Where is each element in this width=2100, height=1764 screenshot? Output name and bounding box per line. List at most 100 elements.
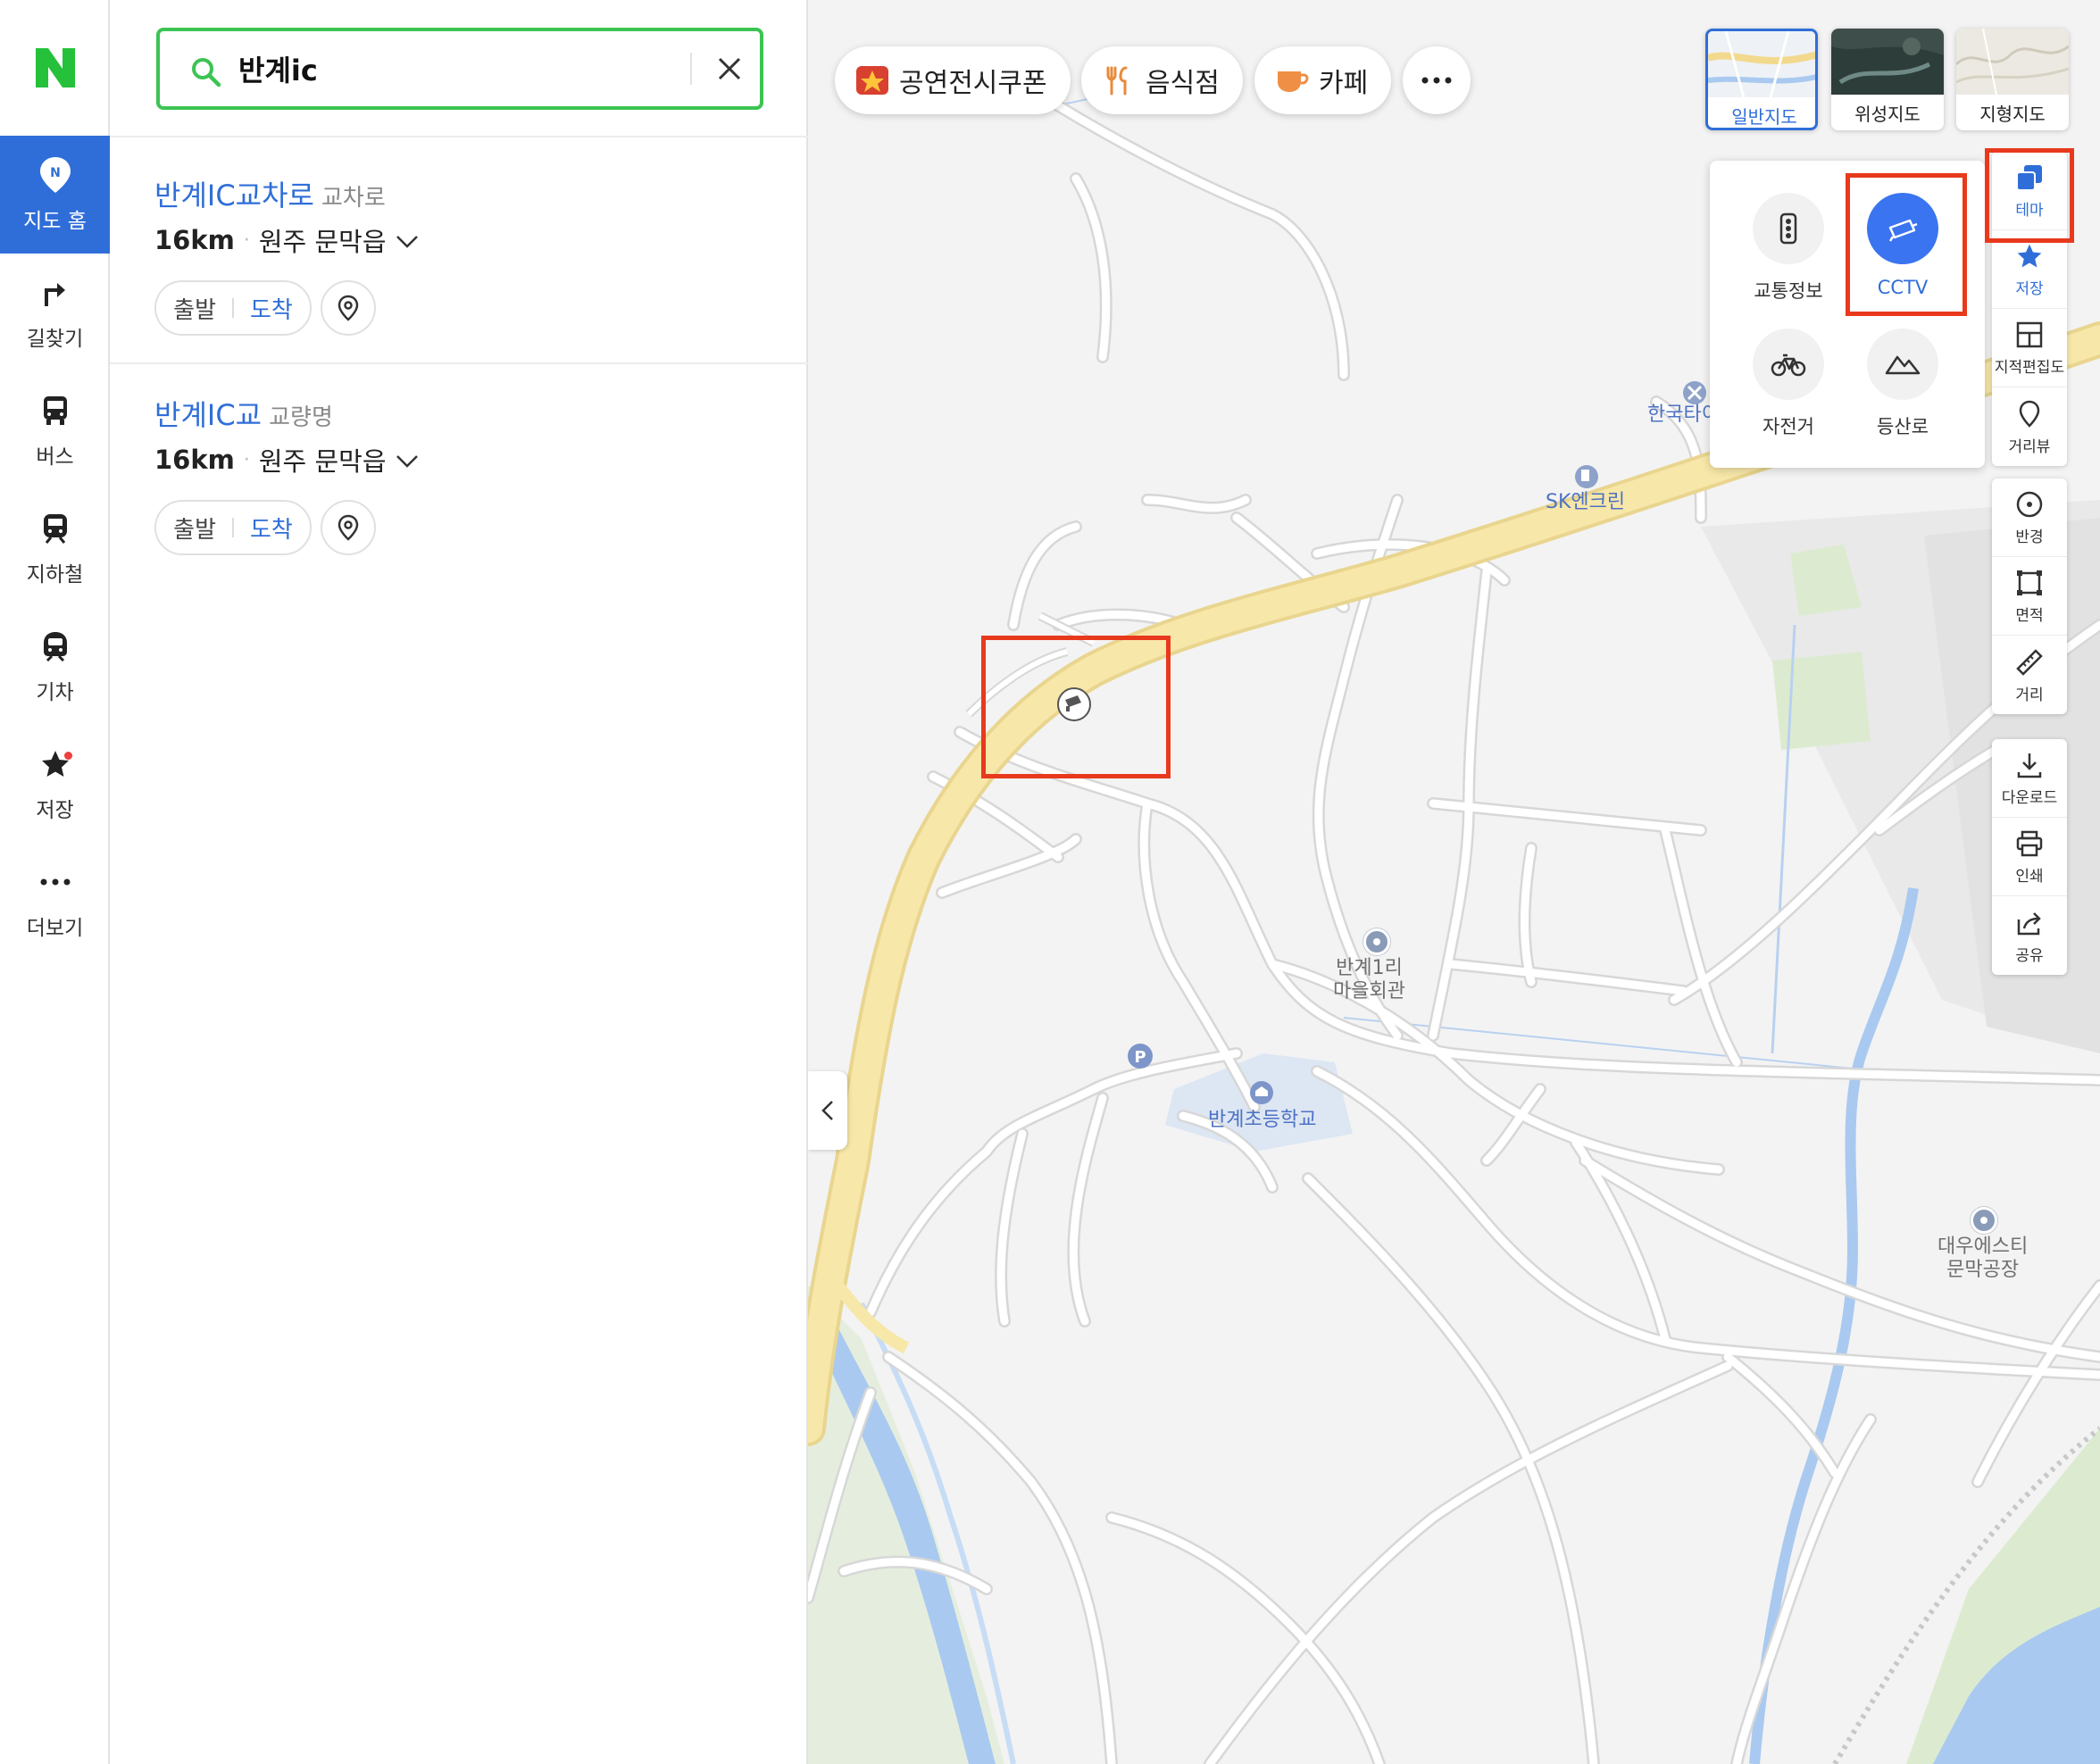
tool-distance-button[interactable]: 거리	[1992, 636, 2067, 714]
ruler-icon	[2013, 646, 2046, 678]
map-toolbar-layers: 테마 저장 지적편집도 거리뷰	[1992, 152, 2067, 466]
arrive-button[interactable]: 도착	[250, 292, 293, 325]
route-pill: 출발 도착	[154, 280, 312, 336]
rail-item-label: 버스	[36, 445, 74, 469]
cctv-camera-icon	[1867, 193, 1938, 264]
rail-item-label: 지도 홈	[23, 210, 87, 233]
locate-pin-button[interactable]	[321, 500, 376, 555]
map-label-factory[interactable]: 대우에스티 문막공장	[1938, 1236, 2028, 1283]
start-button[interactable]: 출발	[173, 292, 216, 325]
mountain-icon	[1867, 329, 1938, 400]
chip-performance-coupon[interactable]: 공연전시쿠폰	[835, 46, 1071, 114]
rail-item-subway[interactable]: 지하철	[0, 489, 110, 607]
map-type-satellite[interactable]: 위성지도	[1831, 29, 1944, 130]
result-category: 교차로	[321, 185, 386, 212]
location-pin-icon	[338, 514, 359, 541]
street-view-pin-icon	[2013, 398, 2046, 430]
search-icon	[190, 56, 222, 92]
bus-icon	[36, 391, 75, 430]
layers-icon	[2013, 162, 2046, 194]
collapse-panel-button[interactable]	[808, 1071, 847, 1150]
map-label-community-hall[interactable]: 반계1리 마을회관	[1333, 957, 1405, 1004]
chevron-down-icon[interactable]	[396, 225, 419, 255]
tool-area-button[interactable]: 면적	[1992, 557, 2067, 636]
map-label-sk-enclean[interactable]: SK엔크린	[1546, 491, 1625, 514]
theme-bicycle-button[interactable]: 자전거	[1731, 329, 1846, 445]
theme-hiking-button[interactable]: 등산로	[1846, 329, 1960, 445]
result-title[interactable]: 반계IC교차로 교차로	[154, 173, 386, 214]
map-type-terrain[interactable]: 지형지도	[1956, 29, 2069, 130]
map-label-elementary-school[interactable]: 반계초등학교	[1208, 1109, 1316, 1132]
tool-radius-button[interactable]: 반경	[1992, 478, 2067, 557]
tool-print-button[interactable]: 인쇄	[1992, 818, 2067, 896]
download-icon	[2013, 749, 2046, 781]
rail-item-label: 저장	[36, 799, 74, 822]
rail-item-directions[interactable]: 길찾기	[0, 254, 110, 371]
tool-share-button[interactable]: 공유	[1992, 896, 2067, 975]
normal-map-thumbnail	[1708, 31, 1815, 97]
directions-arrow-icon	[36, 273, 75, 312]
result-title[interactable]: 반계IC교 교량명	[154, 393, 333, 434]
community-hall-marker[interactable]	[1363, 928, 1390, 955]
tool-saved-button[interactable]: 저장	[1992, 230, 2067, 309]
route-pill: 출발 도착	[154, 500, 312, 555]
search-result-item[interactable]: 반계IC교차로 교차로 16km · 원주 문막읍 출발 도착	[110, 137, 808, 362]
rail-item-map-home[interactable]: N 지도 홈	[0, 136, 110, 254]
locate-pin-button[interactable]	[321, 280, 376, 336]
result-name[interactable]: 반계IC교차로	[154, 179, 314, 212]
fork-knife-icon	[1101, 62, 1137, 98]
map-label-hankook-tire[interactable]: 한국타이	[1647, 404, 1720, 427]
star-icon	[2013, 240, 2046, 272]
theme-layer-popover: 교통정보 CCTV 자전거 등산로	[1710, 161, 1985, 468]
svg-text:P: P	[1134, 1048, 1146, 1067]
map-type-normal[interactable]: 일반지도	[1705, 29, 1818, 130]
tool-download-button[interactable]: 다운로드	[1992, 739, 2067, 818]
rail-item-label: 지하철	[26, 563, 84, 587]
result-address: 원주 문막읍	[258, 227, 387, 257]
more-dots-icon	[36, 862, 75, 902]
result-meta: 16km · 원주 문막읍	[154, 441, 419, 478]
chevron-left-icon	[821, 1101, 833, 1120]
naver-logo[interactable]	[30, 43, 80, 93]
cadastral-grid-icon	[2013, 319, 2046, 351]
tool-theme-button[interactable]: 테마	[1992, 152, 2067, 230]
result-distance: 16km	[154, 445, 235, 475]
result-meta: 16km · 원주 문막읍	[154, 221, 419, 259]
ticket-coupon-icon	[854, 62, 890, 98]
notification-dot	[64, 752, 72, 760]
search-result-item[interactable]: 반계IC교 교량명 16km · 원주 문막읍 출발 도착	[110, 357, 808, 582]
tool-cadastral-button[interactable]: 지적편집도	[1992, 309, 2067, 387]
map-canvas[interactable]: P 한국타이 SK엔크린 반계1리 마을회관 반계초등학교 대우에스티 문막공장…	[808, 0, 2100, 1764]
rail-item-saved[interactable]: 저장	[0, 725, 110, 843]
train-icon	[36, 627, 75, 666]
search-box[interactable]	[156, 28, 763, 110]
rail-item-bus[interactable]: 버스	[0, 371, 110, 489]
rail-item-train[interactable]: 기차	[0, 607, 110, 725]
star-icon	[36, 745, 75, 784]
bicycle-icon	[1753, 329, 1824, 400]
chip-more-button[interactable]	[1403, 46, 1471, 114]
search-input[interactable]	[238, 46, 649, 92]
chip-cafe[interactable]: 카페	[1254, 46, 1392, 114]
result-distance: 16km	[154, 225, 235, 255]
map-home-pin-icon: N	[36, 155, 75, 195]
factory-marker[interactable]	[1971, 1207, 1997, 1234]
arrive-button[interactable]: 도착	[250, 512, 293, 545]
chevron-down-icon[interactable]	[396, 445, 419, 475]
more-dots-icon	[1421, 77, 1452, 84]
close-icon	[718, 57, 741, 80]
result-category: 교량명	[269, 404, 333, 431]
theme-cctv-button[interactable]: CCTV	[1846, 193, 1960, 309]
print-icon	[2013, 828, 2046, 860]
start-button[interactable]: 출발	[173, 512, 216, 545]
tool-streetview-button[interactable]: 거리뷰	[1992, 387, 2067, 466]
result-address: 원주 문막읍	[258, 446, 387, 477]
clear-search-button[interactable]	[708, 47, 751, 90]
rail-item-more[interactable]: 더보기	[0, 843, 110, 961]
theme-traffic-button[interactable]: 교통정보	[1731, 193, 1846, 309]
chip-restaurant[interactable]: 음식점	[1081, 46, 1243, 114]
result-name[interactable]: 반계IC교	[154, 398, 262, 432]
svg-text:N: N	[50, 166, 61, 180]
location-pin-icon	[338, 295, 359, 321]
subway-icon	[36, 509, 75, 548]
